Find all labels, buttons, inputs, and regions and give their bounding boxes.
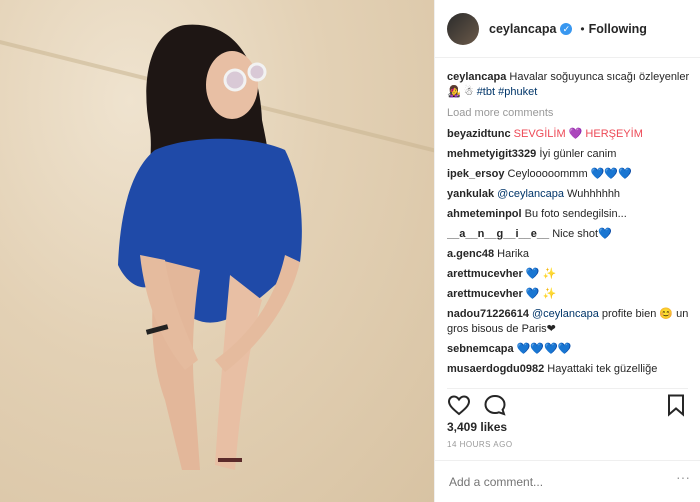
bookmark-icon[interactable] bbox=[664, 393, 688, 417]
comment-bubble-icon[interactable] bbox=[483, 393, 507, 417]
caption-emoji: 👩‍🎤 ☃ bbox=[447, 86, 474, 98]
comment-row: ahmeteminpol Bu foto sendegilsin... bbox=[447, 207, 692, 222]
post-photo[interactable] bbox=[0, 0, 434, 502]
caption: ceylancapa Havalar soğuyunca sıcağı özle… bbox=[447, 70, 692, 100]
comment-username[interactable]: __a__n__g__i__e__ bbox=[447, 228, 549, 240]
comment-text: 💙 ✨ bbox=[525, 288, 557, 300]
heart-outline-icon[interactable] bbox=[447, 393, 471, 417]
comment-username[interactable]: ahmeteminpol bbox=[447, 208, 522, 220]
comment-text: Ceylooooommm 💙💙💙 bbox=[507, 168, 632, 180]
comment-row: sebnemcapa 💙💙💙💙 bbox=[447, 342, 692, 357]
comment-row: nadou71226614 @ceylancapa profite bien 😊… bbox=[447, 307, 692, 337]
photo-sunglasses-right bbox=[247, 62, 267, 82]
comment-username[interactable]: nadou71226614 bbox=[447, 308, 529, 320]
comment-username[interactable]: arettmucevher bbox=[447, 288, 523, 300]
comment-row: beyazidtunc SEVGİLİM 💜 HERŞEYİM bbox=[447, 127, 692, 142]
photo-illustration bbox=[118, 24, 302, 470]
add-comment-input[interactable] bbox=[447, 473, 671, 490]
verified-badge-icon: ✓ bbox=[560, 22, 573, 35]
comment-text: Hayattaki tek güzelliğe bbox=[547, 363, 658, 375]
add-comment-bar bbox=[435, 460, 700, 502]
comment-text: Nice shot💙 bbox=[552, 228, 612, 240]
photo-anklet bbox=[218, 458, 242, 462]
instagram-post: ceylancapa ✓ • Following ceylancapa Hava… bbox=[0, 0, 700, 502]
comment-text: SEVGİLİM 💜 HERŞEYİM bbox=[513, 128, 643, 140]
comment-row: ipek_ersoy Ceylooooommm 💙💙💙 bbox=[447, 167, 692, 182]
comment-username[interactable]: ipek_ersoy bbox=[447, 168, 504, 180]
following-button[interactable]: Following bbox=[589, 22, 647, 36]
comment-username[interactable]: arettmucevher bbox=[447, 268, 523, 280]
post-header: ceylancapa ✓ • Following bbox=[435, 0, 700, 58]
post-sidebar: ceylancapa ✓ • Following ceylancapa Hava… bbox=[434, 0, 700, 502]
comment-row: a.genc48 Harika bbox=[447, 247, 692, 262]
hashtag-tbt[interactable]: #tbt bbox=[477, 86, 495, 98]
caption-username[interactable]: ceylancapa bbox=[447, 71, 506, 83]
avatar[interactable] bbox=[447, 12, 479, 45]
more-options-icon[interactable]: ··· bbox=[676, 469, 690, 485]
comment-text: 💙 ✨ bbox=[525, 268, 557, 280]
comment-text: 💙💙💙💙 bbox=[516, 343, 572, 355]
separator-dot: • bbox=[580, 21, 585, 36]
comments-list[interactable]: ceylancapa Havalar soğuyunca sıcağı özle… bbox=[447, 70, 692, 386]
comment-row: mehmetyigit3329 İyi günler canim bbox=[447, 147, 692, 162]
comment-mention[interactable]: @ceylancapa bbox=[532, 308, 599, 320]
comment-text: Bu foto sendegilsin... bbox=[524, 208, 627, 220]
comment-row: __a__n__g__i__e__ Nice shot💙 bbox=[447, 227, 692, 242]
hashtag-phuket[interactable]: #phuket bbox=[498, 86, 537, 98]
comment-row: arettmucevher 💙 ✨ bbox=[447, 287, 692, 302]
comment-username[interactable]: yankulak bbox=[447, 188, 494, 200]
photo-sunglasses-left bbox=[223, 68, 247, 92]
load-more-comments-button[interactable]: Load more comments bbox=[447, 106, 692, 121]
post-timestamp[interactable]: 14 HOURS AGO bbox=[447, 440, 513, 449]
comment-username[interactable]: sebnemcapa bbox=[447, 343, 514, 355]
likes-count[interactable]: 3,409 likes bbox=[447, 420, 507, 434]
comment-username[interactable]: a.genc48 bbox=[447, 248, 494, 260]
header-username[interactable]: ceylancapa bbox=[489, 22, 556, 36]
comment-row: musaerdogdu0982 Hayattaki tek güzelliğe bbox=[447, 362, 692, 377]
comment-text: İyi günler canim bbox=[539, 148, 617, 160]
comment-text: Harika bbox=[497, 248, 529, 260]
comment-row: yankulak @ceylancapa Wuhhhhhh bbox=[447, 187, 692, 202]
comment-mention[interactable]: @ceylancapa bbox=[497, 188, 564, 200]
comment-row: arettmucevher 💙 ✨ bbox=[447, 267, 692, 282]
comment-text: Wuhhhhhh bbox=[563, 188, 621, 200]
caption-text: Havalar soğuyunca sıcağı özleyenler bbox=[509, 71, 690, 83]
comment-username[interactable]: beyazidtunc bbox=[447, 128, 511, 140]
comment-username[interactable]: mehmetyigit3329 bbox=[447, 148, 536, 160]
action-bar bbox=[447, 388, 688, 419]
comment-username[interactable]: musaerdogdu0982 bbox=[447, 363, 544, 375]
